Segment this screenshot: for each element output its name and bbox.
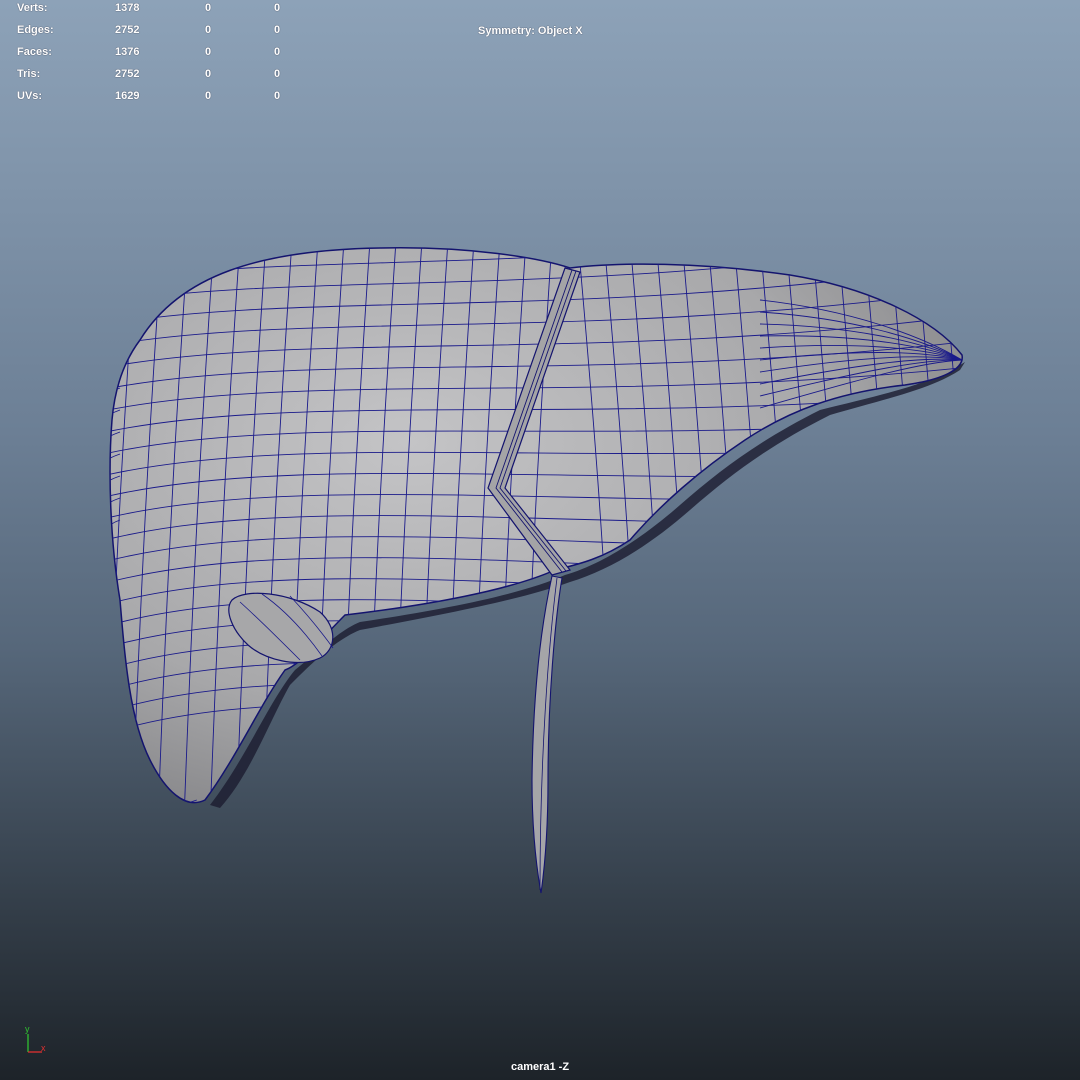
y-axis-label: y (25, 1024, 30, 1034)
x-axis-label: x (41, 1043, 46, 1053)
axis-gizmo: y x (25, 1024, 46, 1053)
camera-name-label: camera1 -Z (510, 1061, 570, 1073)
ligament-tail (531, 575, 563, 894)
viewport-3d-mesh[interactable] (0, 0, 1080, 1080)
